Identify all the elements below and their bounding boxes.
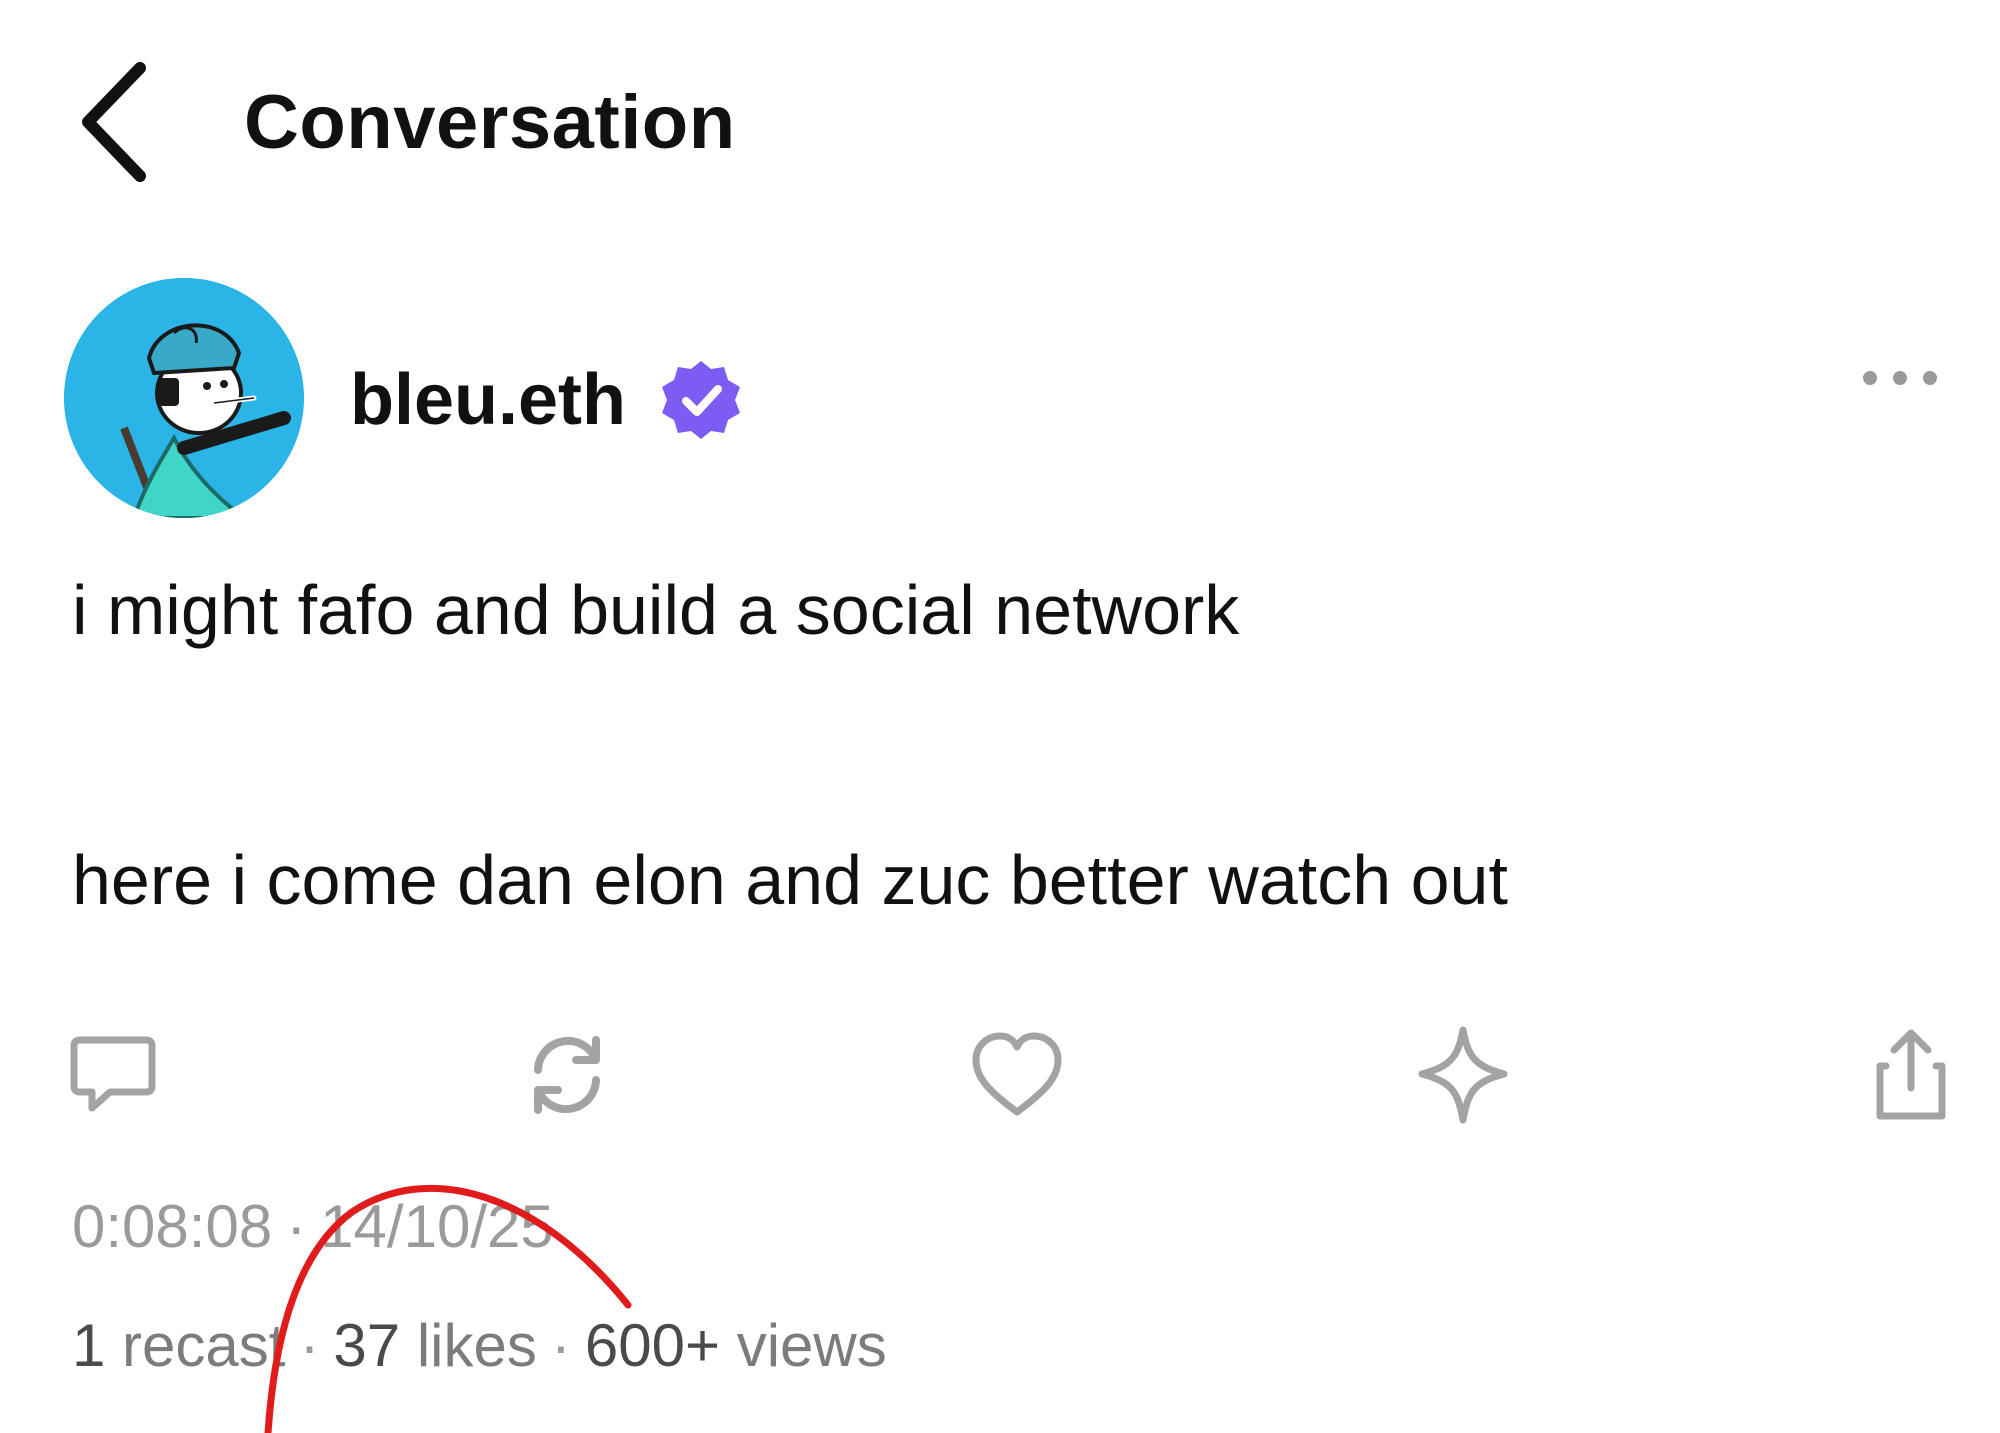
avatar-illustration [64,278,304,518]
post-timestamp: 0:08:08 · 14/10/25 [72,1190,554,1264]
back-button[interactable] [70,58,170,188]
page-title: Conversation [244,80,736,165]
reply-button[interactable] [58,1020,168,1130]
heart-icon [972,1032,1062,1116]
separator: · [299,1312,320,1379]
more-options-button[interactable] [1845,350,1955,406]
post-time: 0:08:08 [72,1193,273,1260]
post-spacer [72,655,1508,835]
chevron-left-icon [82,62,146,182]
action-bar [0,1020,2000,1150]
more-horizontal-icon [1863,371,1937,385]
share-icon [1876,1029,1946,1120]
recasts-count: 1 [72,1312,106,1379]
sparkle-icon [1418,1026,1508,1124]
avatar[interactable] [64,278,304,518]
share-button[interactable] [1856,1020,1966,1130]
recast-button[interactable] [512,1020,622,1130]
verified-check-icon [662,361,740,439]
verified-badge [658,357,744,443]
likes-label: likes [416,1312,537,1379]
reply-icon [70,1036,156,1112]
recast-icon [534,1036,600,1114]
post-body: i might fafo and build a social network … [72,565,1508,925]
post-stats: 1 recast · 37 likes · 600+ views [72,1308,887,1384]
likes-stat[interactable]: 37 likes [333,1312,536,1379]
separator: · [550,1312,571,1379]
likes-count: 37 [333,1312,401,1379]
recasts-stat[interactable]: 1 recast [72,1312,285,1379]
sparkle-button[interactable] [1408,1020,1518,1130]
post-text-line: here i come dan elon and zuc better watc… [72,841,1508,919]
recasts-label: recast [122,1312,286,1379]
post-text-line: i might fafo and build a social network [72,571,1240,649]
separator: · [286,1193,307,1260]
like-button[interactable] [962,1020,1072,1130]
views-label: views [736,1312,887,1379]
header: Conversation [0,0,2000,250]
views-count: 600+ [584,1312,721,1379]
author-name[interactable]: bleu.eth [350,357,626,443]
post-date: 14/10/25 [320,1193,554,1260]
views-stat: 600+ views [585,1312,887,1379]
